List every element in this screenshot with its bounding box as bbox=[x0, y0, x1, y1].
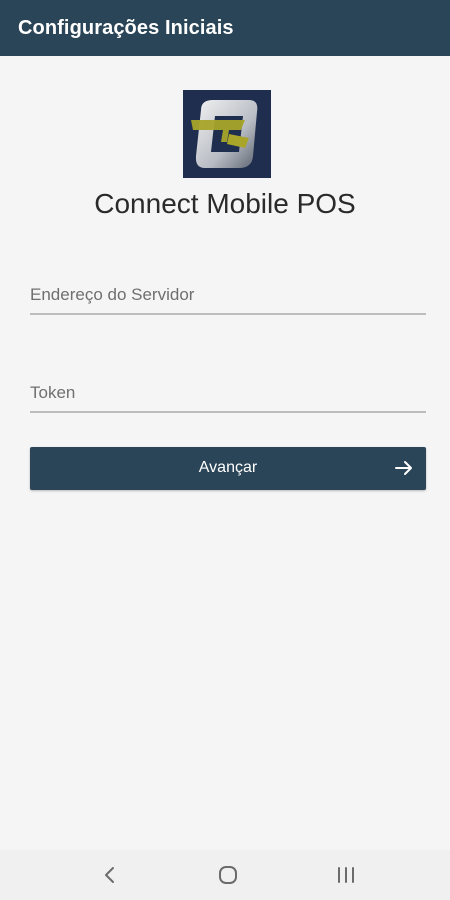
server-address-field[interactable] bbox=[30, 275, 426, 315]
next-button-label: Avançar bbox=[198, 459, 258, 476]
token-field[interactable] bbox=[30, 373, 426, 413]
server-address-input[interactable] bbox=[30, 275, 426, 315]
server-address-underline bbox=[30, 313, 426, 315]
app-bar: Configurações Iniciais bbox=[0, 0, 450, 56]
arrow-right-icon bbox=[394, 458, 414, 478]
system-nav-bar bbox=[0, 850, 450, 900]
back-icon[interactable] bbox=[97, 862, 123, 888]
app-bar-title: Configurações Iniciais bbox=[18, 16, 234, 39]
app-name: Connect Mobile POS bbox=[94, 188, 356, 219]
screen: Configurações Iniciais Connect Mobile PO… bbox=[0, 0, 450, 900]
recents-icon[interactable] bbox=[333, 862, 359, 888]
next-button[interactable]: Avançar bbox=[30, 447, 426, 490]
app-logo bbox=[183, 90, 271, 178]
home-icon[interactable] bbox=[215, 862, 241, 888]
token-input[interactable] bbox=[30, 373, 426, 413]
connect-mobile-pos-logo-icon bbox=[183, 90, 271, 178]
token-underline bbox=[30, 411, 426, 413]
